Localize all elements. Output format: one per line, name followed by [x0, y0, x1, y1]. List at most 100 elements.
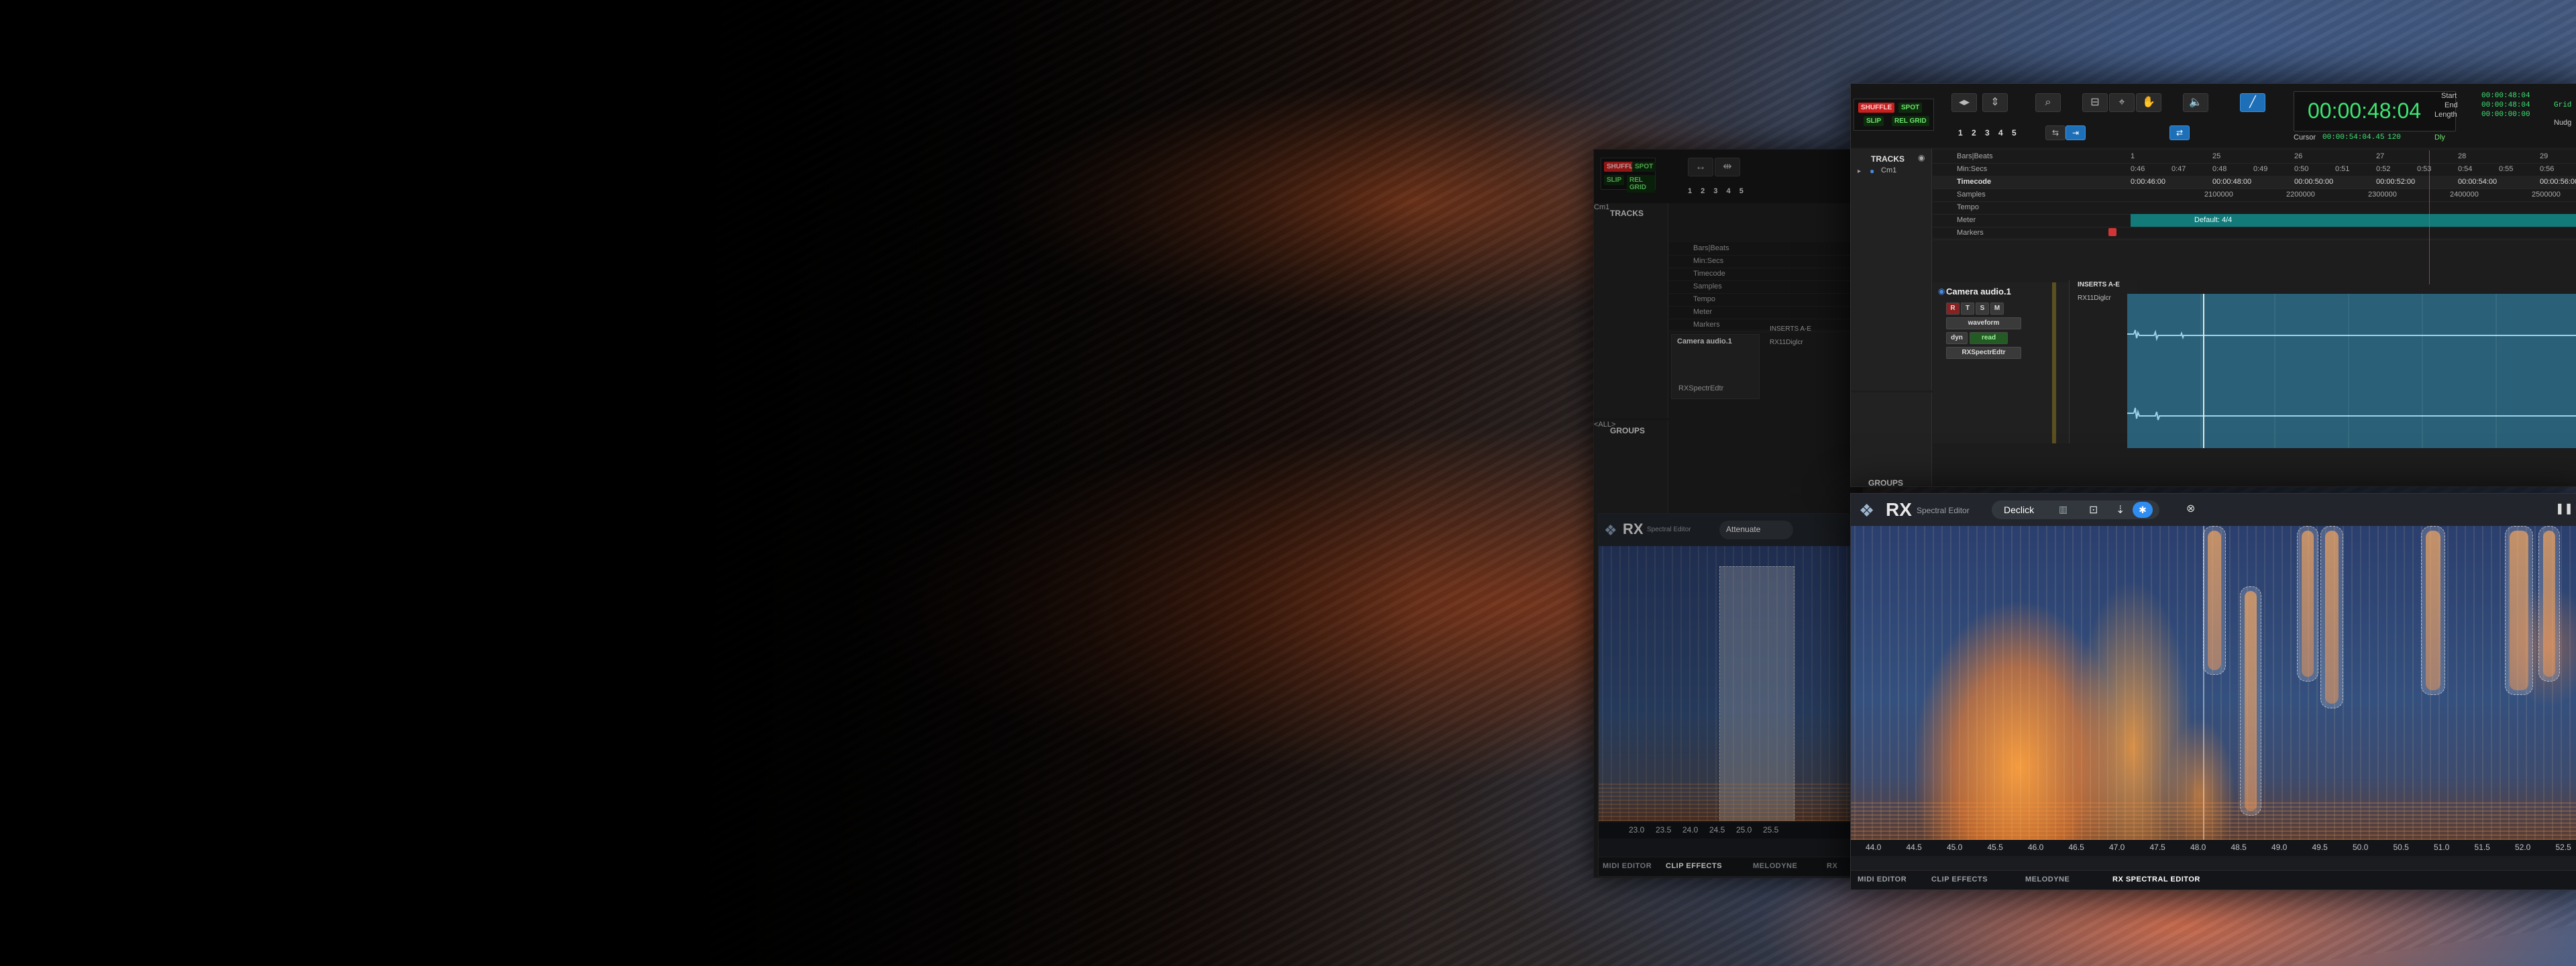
view-selector[interactable]: waveform — [1946, 317, 2021, 329]
back-insert-1[interactable]: RX11Diglcr — [1770, 339, 1803, 346]
relgrid-button[interactable]: REL GRID — [1892, 116, 1929, 126]
back-trim-tool[interactable]: ⇹ — [1715, 158, 1740, 176]
editor-tab[interactable]: MELODYNE — [1753, 862, 1797, 870]
spectrogram[interactable] — [1851, 526, 2576, 840]
insert-slot-1[interactable]: RX11Diglcr — [2078, 294, 2111, 302]
selector-tool-icon[interactable]: ⌖ — [2109, 93, 2135, 112]
ruler-tick: 2400000 — [2450, 191, 2479, 199]
editor-tab[interactable]: MIDI EDITOR — [1603, 862, 1652, 870]
track-input-button[interactable]: T — [1961, 303, 1974, 315]
time-axis-label: 50.0 — [2353, 843, 2369, 852]
ruler-tick: 2200000 — [2286, 191, 2315, 199]
record-button[interactable]: R — [1946, 303, 1960, 315]
inserts-label: INSERTS A-E — [2078, 281, 2120, 288]
waveform-bottom — [2127, 407, 2576, 421]
zoom-presets[interactable]: 1 2 3 4 5 — [1958, 128, 2020, 138]
tab-to-transient-icon[interactable]: ⇥ — [2065, 125, 2086, 140]
editor-tab[interactable]: RX — [1827, 862, 1837, 870]
ruler-tempo: Tempo — [1933, 201, 2576, 215]
nudge-label[interactable]: Nudg — [2554, 119, 2571, 127]
mirror-midi-icon[interactable]: ⇄ — [2169, 125, 2190, 140]
track-insert-slot[interactable]: RXSpectrEdtr — [1946, 347, 2021, 359]
sparkle-icon[interactable]: ✱ — [2133, 502, 2153, 518]
selection-4[interactable] — [2320, 526, 2343, 708]
freq-select-icon[interactable]: ⇣ — [2116, 503, 2125, 517]
back-slip-button[interactable]: SLIP — [1604, 175, 1625, 185]
selection-3[interactable] — [2297, 526, 2318, 682]
track-list-item[interactable]: Cm1 — [1881, 166, 1896, 174]
editor-tab[interactable]: CLIP EFFECTS — [1931, 875, 1988, 883]
cursor-label: Cursor — [2294, 133, 2316, 142]
track-select-icon[interactable]: ◉ — [1938, 286, 1945, 296]
meter-region[interactable]: Default: 4/4 — [2131, 214, 2576, 227]
editor-tab[interactable]: CLIP EFFECTS — [1666, 862, 1722, 870]
back-zoom-presets[interactable]: 1 2 3 4 5 — [1688, 187, 1747, 195]
back-track-insert[interactable]: RXSpectrEdtr — [1678, 384, 1723, 392]
back-rulers: Bars|Beats Min:Secs Timecode Samples Tem… — [1669, 242, 1862, 332]
selection-1[interactable] — [2203, 526, 2226, 675]
time-axis-label: 49.0 — [2271, 843, 2288, 852]
tempo-value[interactable]: 120 — [2387, 133, 2401, 142]
selection-7[interactable] — [2538, 526, 2560, 682]
tracks-menu-icon[interactable]: ◉ — [1918, 153, 1925, 162]
back-spectrogram[interactable] — [1599, 546, 1854, 821]
pencil-tool-icon[interactable]: ╱ — [2240, 93, 2265, 112]
back-groups-title: GROUPS — [1610, 426, 1646, 435]
grid-nudge[interactable]: Grid — [2548, 99, 2576, 115]
trim-tool-icon[interactable]: ⊟ — [2082, 93, 2108, 112]
close-circle-icon[interactable]: ⊗ — [2186, 502, 2195, 515]
start-value[interactable]: 00:00:48:04 — [2481, 92, 2530, 100]
end-value[interactable]: 00:00:48:04 — [2481, 101, 2530, 109]
module-label[interactable]: Declick — [2004, 504, 2034, 515]
spot-button[interactable]: SPOT — [1898, 103, 1923, 113]
automation-mode[interactable]: read — [1970, 332, 2008, 344]
waveform-top — [2127, 329, 2576, 341]
ruler-tick: 2100000 — [2204, 191, 2233, 199]
back-selection[interactable] — [1719, 566, 1794, 821]
shuffle-button[interactable]: SHUFFLE — [1858, 103, 1895, 113]
back-time-axis: 23.0 23.5 24.0 24.5 25.0 25.5 — [1599, 822, 1854, 839]
track-visibility-icon[interactable]: ▸ — [1858, 168, 1861, 175]
pause-icon[interactable]: ❚❚ — [2555, 502, 2573, 515]
zoom-icon[interactable]: ⌕ — [2035, 93, 2061, 112]
time-axis-label: 51.0 — [2434, 843, 2450, 852]
ruler-markers: Markers — [1933, 227, 2576, 240]
grabber-tool-icon[interactable]: ✋ — [2136, 93, 2161, 112]
solo-button[interactable]: S — [1976, 303, 1989, 315]
ruler-timecode: Timecode 0:00:46:00 00:00:48:00 00:00:50:00… — [1933, 176, 2576, 189]
back-zoom-tool[interactable]: ↔ — [1688, 158, 1713, 176]
link-icon[interactable]: ⇆ — [2045, 125, 2065, 140]
zoom-in-horizontal-tool[interactable]: ◂▸ — [1951, 93, 1977, 112]
tracks-title: TRACKS — [1871, 154, 1904, 164]
dyn-button[interactable]: dyn — [1946, 332, 1968, 344]
waveform-area[interactable] — [2127, 294, 2576, 448]
back-ruler-markers: Markers — [1669, 319, 1862, 332]
ruler-tick: 00:00:48:00 — [2212, 178, 2252, 186]
back-ruler-minsecs: Min:Secs — [1669, 255, 1862, 268]
mute-button[interactable]: M — [1990, 303, 2004, 315]
zoom-vertical-tool[interactable]: ⇕ — [1982, 93, 2008, 112]
selection-6[interactable] — [2505, 526, 2533, 695]
time-axis-label: 25.0 — [1736, 825, 1752, 835]
selection-5[interactable] — [2421, 526, 2445, 695]
time-axis-label: 25.5 — [1763, 825, 1779, 835]
editor-tab[interactable]: MIDI EDITOR — [1858, 875, 1907, 883]
back-track-name[interactable]: Camera audio.1 — [1677, 337, 1732, 345]
ruler-tick: 0:55 — [2499, 165, 2514, 173]
edit-modes: SHUFFLE SPOT SLIP REL GRID — [1854, 99, 1934, 131]
scrub-tool-icon[interactable]: 🔈 — [2183, 93, 2208, 112]
delay-label[interactable]: Dly — [2434, 133, 2445, 142]
editor-tab[interactable]: RX SPECTRAL EDITOR — [2112, 875, 2200, 883]
length-value[interactable]: 00:00:00:00 — [2481, 111, 2530, 119]
slip-button[interactable]: SLIP — [1864, 116, 1884, 126]
selection-2[interactable] — [2240, 586, 2261, 816]
spectrum-icon[interactable]: ▥ — [2059, 504, 2068, 515]
track-name[interactable]: Camera audio.1 — [1946, 286, 2011, 297]
back-module-pill[interactable]: Attenuate — [1719, 521, 1793, 539]
main-counter[interactable]: 00:00:48:04 — [2294, 91, 2456, 131]
add-marker-icon[interactable] — [2108, 228, 2116, 236]
back-spot-button[interactable]: SPOT — [1632, 162, 1656, 172]
editor-tab[interactable]: MELODYNE — [2025, 875, 2070, 883]
back-relgrid-button[interactable]: REL GRID — [1627, 175, 1655, 193]
crosshair-icon[interactable]: ⊡ — [2089, 503, 2098, 517]
